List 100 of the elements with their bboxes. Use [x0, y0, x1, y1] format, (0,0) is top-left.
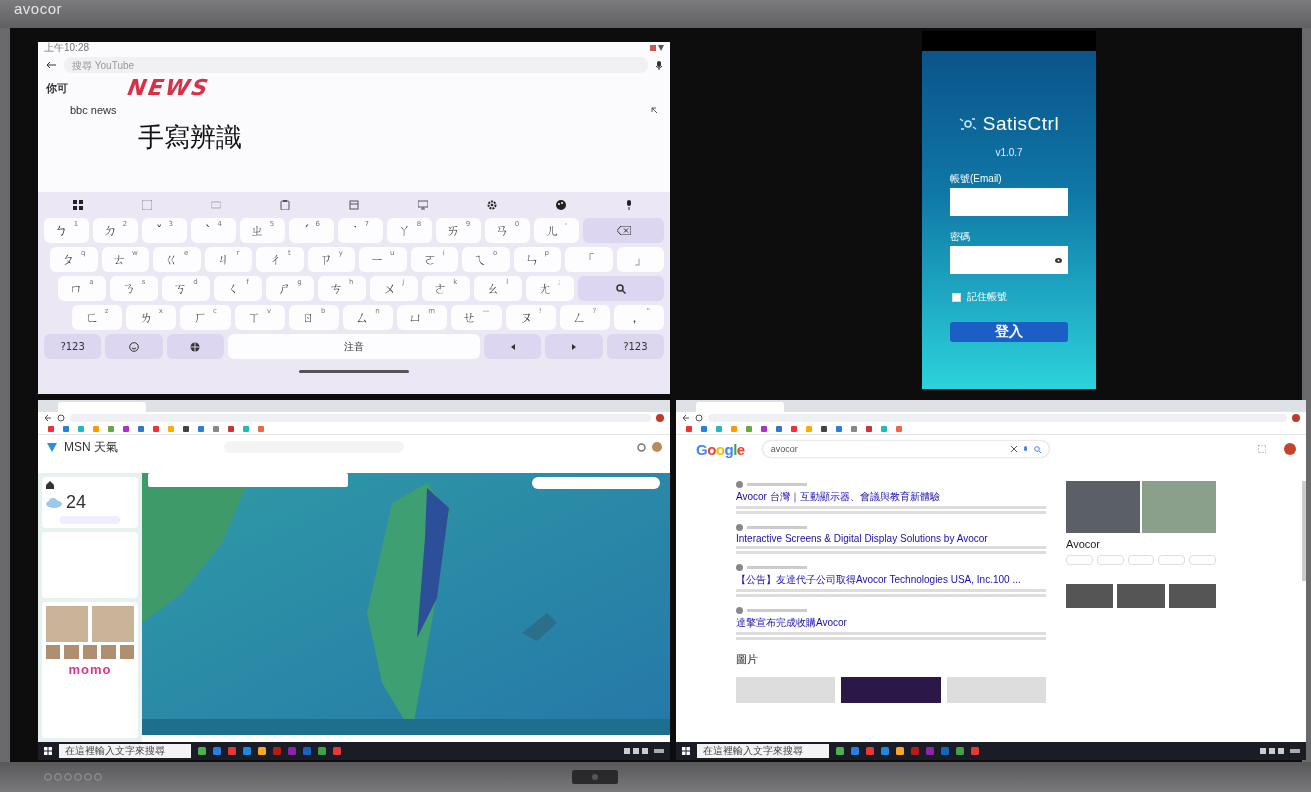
keyboard-key[interactable]: ㄥ $^{?}$: [559, 305, 610, 330]
bookmark-icon[interactable]: [48, 426, 54, 432]
keyboard-key[interactable]: ㄈ $^{z}$: [72, 305, 123, 330]
keyboard-key[interactable]: ㄙ $^{n}$: [342, 305, 394, 330]
action-chip[interactable]: [1158, 555, 1186, 565]
scrollbar[interactable]: [1302, 481, 1306, 581]
taskbar-search-field[interactable]: 在這裡輸入文字來搜尋: [697, 744, 829, 758]
symbols-key[interactable]: ?123: [606, 334, 665, 359]
bookmark-icon[interactable]: [183, 426, 189, 432]
keyboard-key[interactable]: 」: [616, 247, 664, 272]
keyboard-key[interactable]: ㄌ $^{x}$: [126, 305, 177, 330]
keyboard-key[interactable]: ㄩ $^{m}$: [397, 305, 448, 330]
bookmark-icon[interactable]: [776, 426, 782, 432]
bookmark-icon[interactable]: [78, 426, 84, 432]
keyboard-key[interactable]: ㄜ $^{k}$: [421, 276, 470, 301]
result-title-link[interactable]: 達擎宣布完成收購Avocor: [736, 616, 1046, 630]
keyboard-key[interactable]: ㄢ $^{0}$: [485, 218, 530, 243]
symbols-key[interactable]: ?123: [44, 334, 102, 359]
emoji-key[interactable]: [105, 334, 163, 359]
bookmark-icon[interactable]: [153, 426, 159, 432]
settings-icon[interactable]: [486, 200, 497, 210]
keyboard-key[interactable]: ㄍ $^{e}$: [153, 247, 201, 272]
candidate-text[interactable]: 你可: [46, 80, 68, 96]
avatar-icon[interactable]: [652, 442, 662, 452]
result-title-link[interactable]: 【公告】友達代子公司取得Avocor Technologies USA, Inc.100 ...: [736, 573, 1046, 587]
email-field[interactable]: [950, 188, 1068, 216]
bookmark-icon[interactable]: [93, 426, 99, 432]
bookmark-icon[interactable]: [63, 426, 69, 432]
keyboard-key[interactable]: ㄨ $^{j}$: [369, 276, 418, 301]
control-buttons-drawing[interactable]: [44, 773, 104, 781]
keyboard-key[interactable]: ㄅ $^{1}$: [44, 218, 89, 243]
keyboard-key[interactable]: ㄛ $^{i}$: [410, 247, 458, 272]
keyboard-key[interactable]: ㄡ $^{!}$: [505, 305, 556, 330]
keyboard-key[interactable]: ㄑ $^{f}$: [213, 276, 262, 301]
search-icon[interactable]: [1033, 445, 1041, 453]
password-field[interactable]: [950, 246, 1068, 274]
microphone-icon[interactable]: [656, 60, 662, 70]
back-arrow-icon[interactable]: [46, 61, 56, 69]
keyboard-key[interactable]: ㄓ $^{5}$: [240, 218, 285, 243]
checkbox[interactable]: [952, 292, 961, 302]
result-title-link[interactable]: Interactive Screens & Digital Display Solutions by Avocor: [736, 533, 1046, 544]
login-button[interactable]: 登入: [950, 322, 1068, 342]
reload-icon[interactable]: [57, 414, 65, 422]
space-key[interactable]: 注音: [227, 334, 481, 359]
keyboard-key[interactable]: ㄠ $^{l}$: [473, 276, 522, 301]
keyboard-key[interactable]: ㄟ $^{o}$: [462, 247, 510, 272]
keyboard-key[interactable]: ㄘ $^{h}$: [317, 276, 366, 301]
bookmark-icon[interactable]: [761, 426, 767, 432]
navigation-handle[interactable]: [299, 369, 409, 373]
keyboard-key[interactable]: ㄇ $^{a}$: [58, 276, 106, 301]
clipboard-icon[interactable]: [280, 200, 291, 210]
keyboard-key[interactable]: ㄧ $^{u}$: [359, 247, 407, 272]
windows-icon[interactable]: [44, 747, 52, 755]
calendar-icon[interactable]: [348, 200, 359, 210]
bookmark-icon[interactable]: [851, 426, 857, 432]
bookmark-icon[interactable]: [716, 426, 722, 432]
bookmark-icon[interactable]: [168, 426, 174, 432]
keyboard-key[interactable]: ㄔ $^{t}$: [256, 247, 304, 272]
keyboard-key[interactable]: ㄊ $^{w}$: [101, 247, 149, 272]
action-chip[interactable]: [1096, 555, 1124, 565]
keyboard-key[interactable]: ˋ $^{4}$: [191, 218, 236, 243]
bookmark-icon[interactable]: [258, 426, 264, 432]
avatar-icon[interactable]: [1284, 443, 1296, 455]
search-key[interactable]: [577, 276, 665, 301]
back-icon[interactable]: [682, 414, 690, 422]
keyboard-key[interactable]: ， $^{"}$: [613, 305, 665, 330]
result-title-link[interactable]: Avocor 台灣｜互動顯示器、會議與教育新體驗: [736, 490, 1046, 504]
windows-icon[interactable]: [682, 747, 690, 755]
bookmark-icon[interactable]: [836, 426, 842, 432]
keyboard-key[interactable]: ㄐ $^{r}$: [204, 247, 252, 272]
bookmark-icon[interactable]: [228, 426, 234, 432]
cursor-right-key[interactable]: [545, 334, 603, 359]
keyboard-key[interactable]: ㄝ $^{—}$: [451, 305, 502, 330]
keyboard-key[interactable]: ㄚ $^{8}$: [387, 218, 432, 243]
suggestion-item[interactable]: bbc news: [70, 104, 117, 116]
language-key[interactable]: [166, 334, 224, 359]
profile-icon[interactable]: [1292, 414, 1300, 422]
palette-icon[interactable]: [555, 200, 566, 210]
bookmark-icon[interactable]: [866, 426, 872, 432]
bookmark-icon[interactable]: [686, 426, 692, 432]
eye-icon[interactable]: [1055, 257, 1062, 263]
apps-grid-icon[interactable]: [73, 200, 84, 210]
bookmark-icon[interactable]: [731, 426, 737, 432]
bookmark-icon[interactable]: [881, 426, 887, 432]
action-chip[interactable]: [1066, 555, 1093, 565]
close-icon[interactable]: [1010, 446, 1017, 452]
backspace-key[interactable]: [583, 218, 664, 243]
keyboard-key[interactable]: ㄦ $^{-}$: [534, 218, 579, 243]
bookmark-icon[interactable]: [821, 426, 827, 432]
bookmark-icon[interactable]: [138, 426, 144, 432]
back-icon[interactable]: [44, 414, 52, 422]
keyboard-key[interactable]: ㄎ $^{d}$: [161, 276, 210, 301]
bookmark-icon[interactable]: [791, 426, 797, 432]
search-field[interactable]: avocor: [762, 441, 1049, 457]
bookmark-icon[interactable]: [701, 426, 707, 432]
bookmark-icon[interactable]: [896, 426, 902, 432]
keyboard-key[interactable]: ˇ $^{3}$: [142, 218, 187, 243]
keyboard-key[interactable]: ㄒ $^{v}$: [234, 305, 285, 330]
action-chip[interactable]: [1189, 555, 1216, 565]
bookmark-icon[interactable]: [243, 426, 249, 432]
